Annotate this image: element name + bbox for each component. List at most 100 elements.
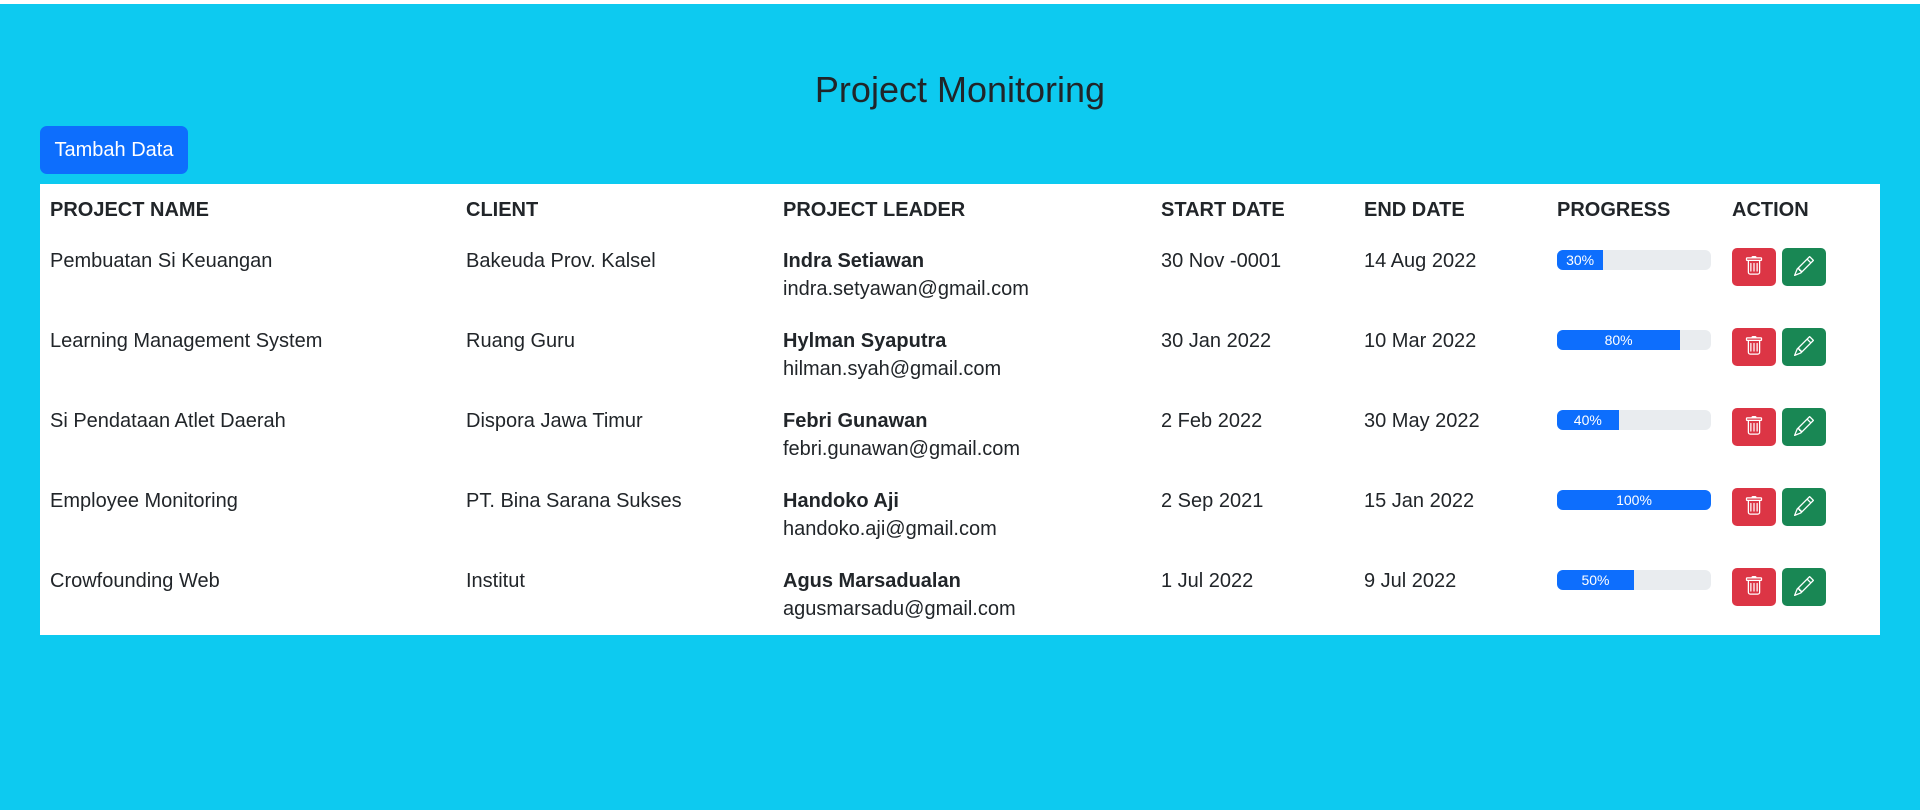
trash-icon: [1744, 415, 1764, 439]
delete-button[interactable]: [1732, 488, 1776, 526]
table-header-row: PROJECT NAME CLIENT PROJECT LEADER START…: [40, 184, 1880, 236]
row-actions: [1732, 328, 1880, 366]
client-cell: Institut: [456, 556, 773, 636]
edit-button[interactable]: [1782, 408, 1826, 446]
table-row: Si Pendataan Atlet Daerah Dispora Jawa T…: [40, 396, 1880, 476]
edit-button[interactable]: [1782, 328, 1826, 366]
leader-name: Indra Setiawan: [783, 250, 925, 272]
project-leader-cell: Handoko Aji handoko.aji@gmail.com: [773, 476, 1151, 556]
table-row: Crowfounding Web Institut Agus Marsadual…: [40, 556, 1880, 636]
progress-track: 100%: [1557, 490, 1711, 510]
project-name: Employee Monitoring: [50, 490, 238, 512]
start-date-cell: 2 Feb 2022: [1151, 396, 1354, 476]
end-date: 30 May 2022: [1364, 410, 1480, 432]
progress-track: 50%: [1557, 570, 1711, 590]
action-cell: [1722, 396, 1880, 476]
edit-button[interactable]: [1782, 568, 1826, 606]
progress-cell: 30%: [1547, 236, 1722, 316]
pencil-icon: [1794, 575, 1815, 599]
end-date-cell: 30 May 2022: [1354, 396, 1547, 476]
header-end-date: END DATE: [1364, 198, 1465, 221]
projects-table-container: PROJECT NAME CLIENT PROJECT LEADER START…: [40, 184, 1880, 635]
pencil-icon: [1794, 335, 1815, 359]
start-date-cell: 1 Jul 2022: [1151, 556, 1354, 636]
header-action: ACTION: [1732, 198, 1809, 221]
end-date: 9 Jul 2022: [1364, 570, 1457, 592]
leader-email: hilman.syah@gmail.com: [783, 358, 1002, 380]
pencil-icon: [1794, 255, 1815, 279]
progress-bar: 40%: [1557, 410, 1619, 430]
progress-cell: 100%: [1547, 476, 1722, 556]
start-date: 2 Feb 2022: [1161, 410, 1263, 432]
progress-track: 80%: [1557, 330, 1711, 350]
project-name: Pembuatan Si Keuangan: [50, 250, 273, 272]
leader-name: Agus Marsadualan: [783, 570, 961, 592]
start-date: 2 Sep 2021: [1161, 490, 1264, 512]
client-name: Bakeuda Prov. Kalsel: [466, 250, 656, 272]
project-leader-cell: Febri Gunawan febri.gunawan@gmail.com: [773, 396, 1151, 476]
delete-button[interactable]: [1732, 328, 1776, 366]
start-date: 30 Nov -0001: [1161, 250, 1282, 272]
client-name: PT. Bina Sarana Sukses: [466, 490, 682, 512]
start-date-cell: 2 Sep 2021: [1151, 476, 1354, 556]
edit-button[interactable]: [1782, 248, 1826, 286]
projects-table: PROJECT NAME CLIENT PROJECT LEADER START…: [40, 184, 1880, 636]
row-actions: [1732, 488, 1880, 526]
project-name-cell: Si Pendataan Atlet Daerah: [40, 396, 456, 476]
leader-email: indra.setyawan@gmail.com: [783, 278, 1029, 300]
header-project-leader: PROJECT LEADER: [783, 198, 966, 221]
client-name: Institut: [466, 570, 525, 592]
client-name: Dispora Jawa Timur: [466, 410, 643, 432]
end-date-cell: 14 Aug 2022: [1354, 236, 1547, 316]
row-actions: [1732, 248, 1880, 286]
progress-cell: 40%: [1547, 396, 1722, 476]
page-title: Project Monitoring: [814, 69, 1106, 110]
trash-icon: [1744, 575, 1764, 599]
start-date-cell: 30 Nov -0001: [1151, 236, 1354, 316]
action-cell: [1722, 476, 1880, 556]
progress-track: 40%: [1557, 410, 1711, 430]
action-cell: [1722, 316, 1880, 396]
page-background: Project Monitoring Tambah Data PROJECT N…: [0, 4, 1920, 810]
add-data-button[interactable]: Tambah Data: [40, 126, 188, 174]
delete-button[interactable]: [1732, 248, 1776, 286]
delete-button[interactable]: [1732, 568, 1776, 606]
client-cell: PT. Bina Sarana Sukses: [456, 476, 773, 556]
start-date: 1 Jul 2022: [1161, 570, 1254, 592]
leader-name: Handoko Aji: [783, 490, 899, 512]
project-name: Si Pendataan Atlet Daerah: [50, 410, 286, 432]
header-client: CLIENT: [466, 198, 539, 221]
header-progress: PROGRESS: [1557, 198, 1671, 221]
project-leader-cell: Agus Marsadualan agusmarsadu@gmail.com: [773, 556, 1151, 636]
project-name-cell: Learning Management System: [40, 316, 456, 396]
table-row: Employee Monitoring PT. Bina Sarana Suks…: [40, 476, 1880, 556]
start-date: 30 Jan 2022: [1161, 330, 1272, 352]
client-cell: Dispora Jawa Timur: [456, 396, 773, 476]
progress-bar: 80%: [1557, 330, 1681, 350]
progress-bar: 30%: [1557, 250, 1604, 270]
trash-icon: [1744, 335, 1764, 359]
edit-button[interactable]: [1782, 488, 1826, 526]
row-actions: [1732, 568, 1880, 606]
table-row: Learning Management System Ruang Guru Hy…: [40, 316, 1880, 396]
trash-icon: [1744, 255, 1764, 279]
progress-bar: 100%: [1557, 490, 1711, 510]
end-date: 10 Mar 2022: [1364, 330, 1477, 352]
project-name: Learning Management System: [50, 330, 323, 352]
project-name: Crowfounding Web: [50, 570, 220, 592]
client-name: Ruang Guru: [466, 330, 575, 352]
progress-cell: 50%: [1547, 556, 1722, 636]
end-date-cell: 9 Jul 2022: [1354, 556, 1547, 636]
table-row: Pembuatan Si Keuangan Bakeuda Prov. Kals…: [40, 236, 1880, 316]
action-cell: [1722, 556, 1880, 636]
progress-cell: 80%: [1547, 316, 1722, 396]
end-date: 14 Aug 2022: [1364, 250, 1477, 272]
table-body: Pembuatan Si Keuangan Bakeuda Prov. Kals…: [40, 236, 1880, 636]
end-date: 15 Jan 2022: [1364, 490, 1475, 512]
end-date-cell: 10 Mar 2022: [1354, 316, 1547, 396]
trash-icon: [1744, 495, 1764, 519]
client-cell: Ruang Guru: [456, 316, 773, 396]
end-date-cell: 15 Jan 2022: [1354, 476, 1547, 556]
delete-button[interactable]: [1732, 408, 1776, 446]
leader-email: handoko.aji@gmail.com: [783, 518, 997, 540]
